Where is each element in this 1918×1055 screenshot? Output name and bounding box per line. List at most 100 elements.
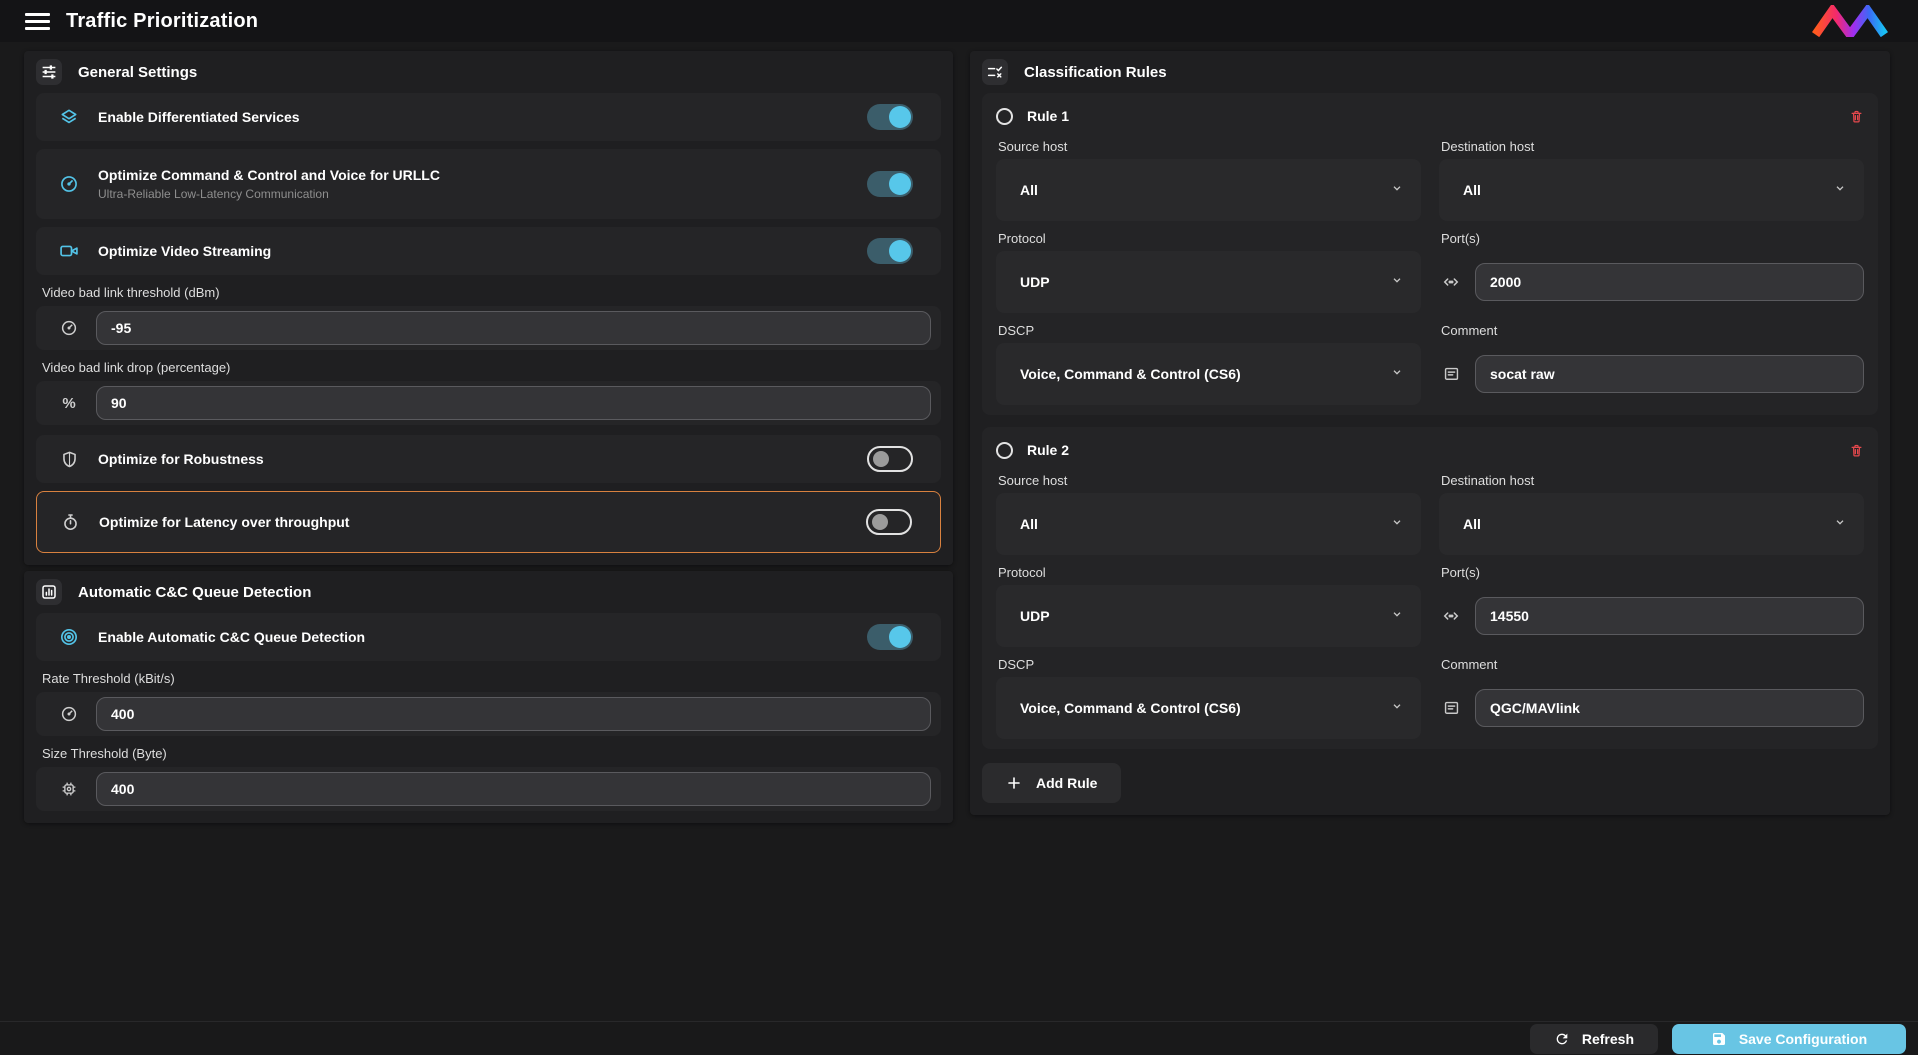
comment-input[interactable] bbox=[1475, 689, 1864, 727]
dscp-value: Voice, Command & Control (CS6) bbox=[1020, 700, 1389, 716]
protocol-select[interactable]: UDP bbox=[996, 251, 1421, 313]
size-threshold-input[interactable] bbox=[96, 772, 931, 806]
urllc-toggle[interactable] bbox=[867, 171, 913, 197]
source-host-cell: Source host All bbox=[996, 139, 1421, 221]
destination-host-cell: Destination host All bbox=[1439, 473, 1864, 555]
latency-row: Optimize for Latency over throughput bbox=[36, 491, 941, 553]
radio-circle-icon[interactable] bbox=[996, 108, 1013, 125]
robustness-label: Optimize for Robustness bbox=[98, 451, 849, 467]
comment-input[interactable] bbox=[1475, 355, 1864, 393]
m-logo-icon bbox=[1808, 5, 1892, 37]
ports-input[interactable] bbox=[1475, 263, 1864, 301]
video-drop-row: % bbox=[36, 381, 941, 425]
size-threshold-row bbox=[36, 767, 941, 811]
dscp-value: Voice, Command & Control (CS6) bbox=[1020, 366, 1389, 382]
stopwatch-icon bbox=[59, 513, 81, 532]
footer-bar: Refresh Save Configuration bbox=[0, 1021, 1918, 1055]
classification-rules-header: Classification Rules bbox=[982, 63, 1878, 93]
save-configuration-label: Save Configuration bbox=[1739, 1031, 1867, 1047]
video-threshold-row bbox=[36, 306, 941, 350]
rule-name: Rule 2 bbox=[1027, 442, 1835, 458]
brand-logo bbox=[1808, 5, 1892, 37]
diffserv-row: Enable Differentiated Services bbox=[36, 93, 941, 141]
dscp-select[interactable]: Voice, Command & Control (CS6) bbox=[996, 343, 1421, 405]
comment-icon bbox=[1439, 365, 1463, 384]
chevron-down-icon bbox=[1832, 180, 1848, 201]
rule-fields-grid: Source host All Destination host All bbox=[996, 473, 1864, 739]
video-threshold-label: Video bad link threshold (dBm) bbox=[42, 285, 939, 300]
destination-host-cell: Destination host All bbox=[1439, 139, 1864, 221]
delete-rule-icon[interactable] bbox=[1849, 109, 1864, 124]
video-drop-label: Video bad link drop (percentage) bbox=[42, 360, 939, 375]
robustness-toggle[interactable] bbox=[867, 446, 913, 472]
panel-title: General Settings bbox=[78, 64, 197, 81]
menu-icon[interactable] bbox=[25, 13, 50, 30]
source-host-cell: Source host All bbox=[996, 473, 1421, 555]
delete-rule-icon[interactable] bbox=[1849, 443, 1864, 458]
diffserv-toggle[interactable] bbox=[867, 104, 913, 130]
video-toggle[interactable] bbox=[867, 238, 913, 264]
ports-input[interactable] bbox=[1475, 597, 1864, 635]
diffserv-label: Enable Differentiated Services bbox=[98, 109, 849, 125]
code-brackets-icon bbox=[1439, 606, 1463, 626]
plus-icon bbox=[1006, 775, 1022, 791]
destination-host-label: Destination host bbox=[1441, 473, 1864, 488]
comment-icon bbox=[1439, 699, 1463, 718]
urllc-sublabel: Ultra-Reliable Low-Latency Communication bbox=[98, 187, 849, 201]
protocol-select[interactable]: UDP bbox=[996, 585, 1421, 647]
video-row: Optimize Video Streaming bbox=[36, 227, 941, 275]
rate-threshold-input[interactable] bbox=[96, 697, 931, 731]
auto-enable-row: Enable Automatic C&C Queue Detection bbox=[36, 613, 941, 661]
dscp-select[interactable]: Voice, Command & Control (CS6) bbox=[996, 677, 1421, 739]
refresh-label: Refresh bbox=[1582, 1031, 1634, 1047]
video-threshold-input[interactable] bbox=[96, 311, 931, 345]
destination-host-select[interactable]: All bbox=[1439, 159, 1864, 221]
chevron-down-icon bbox=[1389, 698, 1405, 719]
rule-name: Rule 1 bbox=[1027, 108, 1835, 124]
tune-icon bbox=[36, 59, 62, 85]
gauge-icon bbox=[58, 319, 80, 337]
source-host-label: Source host bbox=[998, 139, 1421, 154]
save-configuration-button[interactable]: Save Configuration bbox=[1672, 1024, 1906, 1054]
destination-host-label: Destination host bbox=[1441, 139, 1864, 154]
chevron-down-icon bbox=[1389, 180, 1405, 201]
add-rule-button[interactable]: Add Rule bbox=[982, 763, 1121, 803]
source-host-select[interactable]: All bbox=[996, 159, 1421, 221]
video-drop-input[interactable] bbox=[96, 386, 931, 420]
chevron-down-icon bbox=[1389, 272, 1405, 293]
ports-cell: Port(s) bbox=[1439, 231, 1864, 313]
ports-label: Port(s) bbox=[1441, 231, 1864, 246]
robustness-row: Optimize for Robustness bbox=[36, 435, 941, 483]
latency-label: Optimize for Latency over throughput bbox=[99, 514, 848, 530]
ports-cell: Port(s) bbox=[1439, 565, 1864, 647]
source-host-value: All bbox=[1020, 516, 1389, 532]
urllc-label: Optimize Command & Control and Voice for… bbox=[98, 167, 849, 183]
dscp-cell: DSCP Voice, Command & Control (CS6) bbox=[996, 657, 1421, 739]
latency-toggle[interactable] bbox=[866, 509, 912, 535]
size-threshold-label: Size Threshold (Byte) bbox=[42, 746, 939, 761]
auto-enable-label: Enable Automatic C&C Queue Detection bbox=[98, 629, 849, 645]
chip-icon bbox=[58, 780, 80, 798]
refresh-button[interactable]: Refresh bbox=[1530, 1024, 1658, 1054]
dscp-label: DSCP bbox=[998, 323, 1421, 338]
rule-header: Rule 2 bbox=[996, 437, 1864, 463]
ports-label: Port(s) bbox=[1441, 565, 1864, 580]
rule-fields-grid: Source host All Destination host All bbox=[996, 139, 1864, 405]
top-bar: Traffic Prioritization bbox=[0, 0, 1918, 42]
source-host-label: Source host bbox=[998, 473, 1421, 488]
protocol-cell: Protocol UDP bbox=[996, 231, 1421, 313]
protocol-value: UDP bbox=[1020, 608, 1389, 624]
source-host-select[interactable]: All bbox=[996, 493, 1421, 555]
layers-icon bbox=[58, 107, 80, 127]
chevron-down-icon bbox=[1389, 606, 1405, 627]
radio-circle-icon[interactable] bbox=[996, 442, 1013, 459]
rule-card: Rule 1 Source host All bbox=[982, 93, 1878, 415]
dscp-cell: DSCP Voice, Command & Control (CS6) bbox=[996, 323, 1421, 405]
auto-enable-toggle[interactable] bbox=[867, 624, 913, 650]
comment-cell: Comment bbox=[1439, 323, 1864, 405]
panel-title: Automatic C&C Queue Detection bbox=[78, 584, 311, 601]
save-icon bbox=[1711, 1031, 1727, 1047]
bar-chart-icon bbox=[36, 579, 62, 605]
classification-rules-panel: Classification Rules Rule 1 Source host bbox=[970, 51, 1890, 815]
destination-host-select[interactable]: All bbox=[1439, 493, 1864, 555]
